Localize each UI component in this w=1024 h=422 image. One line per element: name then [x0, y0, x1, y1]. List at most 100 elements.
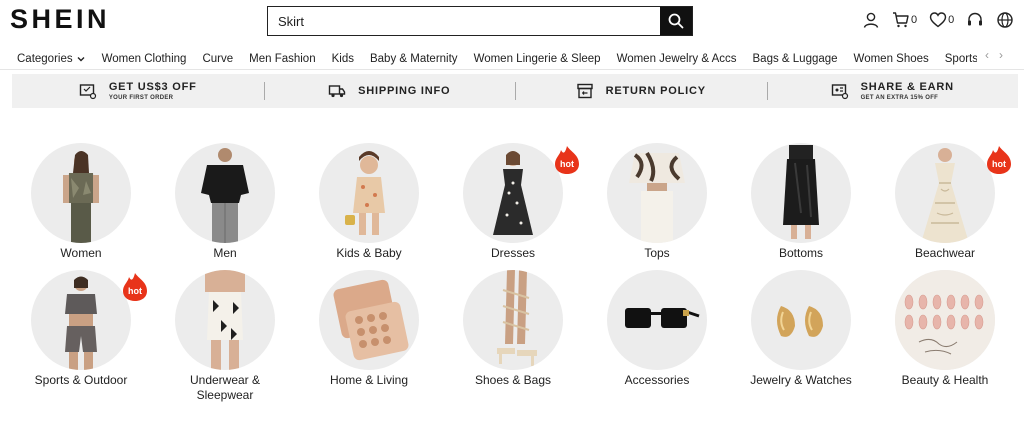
category-label: Dresses [490, 246, 535, 260]
category-image [319, 143, 419, 243]
kids-model-image [345, 151, 385, 235]
promo-shipping-info[interactable]: SHIPPING INFO [263, 74, 516, 108]
hot-badge-text: hot [560, 159, 574, 169]
category-underwear-sleepwear[interactable]: Underwear & Sleepwear [165, 270, 285, 403]
category-image [607, 143, 707, 243]
search-button[interactable] [660, 7, 692, 35]
search-bar [267, 6, 693, 36]
promo-first-order[interactable]: GET US$3 OFF YOUR FIRST ORDER [12, 74, 264, 108]
heart-icon [929, 12, 947, 28]
nav-item-bags-luggage[interactable]: Bags & Luggage [753, 50, 838, 68]
dress-model-image [493, 151, 533, 235]
bottoms-model-image [783, 145, 819, 239]
promo-subtitle: GET AN EXTRA 15% OFF [860, 94, 939, 101]
category-women[interactable]: Women [21, 143, 141, 261]
nav-item-baby-maternity[interactable]: Baby & Maternity [370, 50, 458, 68]
category-shoes-bags[interactable]: Shoes & Bags [453, 270, 573, 388]
sandals-image [497, 270, 537, 366]
nav-item-sports-outdoor[interactable]: Sports & Outdoor [945, 50, 977, 68]
share-icon [831, 84, 848, 100]
promo-share-earn[interactable]: SHARE & EARN GET AN EXTRA 15% OFF [766, 74, 1019, 108]
promo-title: SHARE & EARN [860, 80, 954, 93]
nav-item-label: Categories [17, 53, 73, 65]
nav-scroll-arrows: ‹ › [985, 48, 1003, 62]
nav-item-women-jewelry-accs[interactable]: Women Jewelry & Accs [617, 50, 737, 68]
wishlist-count: 0 [948, 14, 955, 26]
category-tops[interactable]: Tops [597, 143, 717, 261]
cart-count: 0 [911, 14, 918, 26]
category-kids-baby[interactable]: Kids & Baby [309, 143, 429, 261]
support-button[interactable] [966, 11, 984, 29]
chevron-left-icon[interactable]: ‹ [985, 48, 989, 62]
cart-button[interactable]: 0 [892, 11, 917, 29]
wishlist-button[interactable]: 0 [929, 11, 954, 29]
account-button[interactable] [862, 11, 880, 29]
category-jewelry-watches[interactable]: Jewelry & Watches [741, 270, 861, 388]
category-image [31, 143, 131, 243]
men-model-image [201, 148, 249, 243]
nav-item-women-clothing[interactable]: Women Clothing [102, 50, 187, 68]
category-home-living[interactable]: Home & Living [309, 270, 429, 388]
nav-item-men-fashion[interactable]: Men Fashion [249, 50, 315, 68]
category-image [751, 143, 851, 243]
category-men[interactable]: Men [165, 143, 285, 261]
hot-badge-icon: hot [123, 273, 147, 301]
hot-badge-icon: hot [555, 146, 579, 174]
category-image [607, 270, 707, 370]
category-label: Women [60, 246, 102, 260]
category-dresses[interactable]: hot Dresses [453, 143, 579, 261]
category-label: Kids & Baby [336, 246, 402, 260]
category-beauty-health[interactable]: Beauty & Health [885, 270, 1005, 388]
women-model-image [63, 151, 99, 243]
beachwear-model-image [921, 148, 969, 243]
category-label: Underwear & Sleepwear [189, 373, 261, 402]
headset-icon [968, 12, 983, 26]
nav-item-categories[interactable]: Categories [17, 50, 86, 68]
nav-item-kids[interactable]: Kids [332, 50, 354, 68]
return-box-icon [576, 83, 593, 99]
category-image [895, 270, 995, 370]
category-beachwear[interactable]: hot Beachwear [885, 143, 1011, 261]
category-image [319, 270, 419, 370]
cart-icon [893, 12, 909, 28]
category-accessories[interactable]: Accessories [597, 270, 717, 388]
nav-item-women-shoes[interactable]: Women Shoes [854, 50, 929, 68]
category-label: Bottoms [778, 246, 823, 260]
category-label: Shoes & Bags [474, 373, 552, 387]
promo-title: GET US$3 OFF [108, 80, 197, 93]
category-label: Home & Living [329, 373, 409, 387]
category-image [463, 270, 563, 370]
hot-badge-text: hot [128, 286, 142, 296]
nav-items: Categories Women Clothing Curve Men Fash… [17, 50, 977, 68]
category-image [751, 270, 851, 370]
chevron-down-icon [77, 57, 85, 62]
hot-badge-icon: hot [987, 146, 1011, 174]
category-image [463, 143, 563, 243]
category-sports-outdoor[interactable]: hot Sports & Outdoor [21, 270, 147, 388]
language-button[interactable] [996, 11, 1014, 29]
category-image [31, 270, 131, 370]
promo-return-policy[interactable]: RETURN POLICY [515, 74, 767, 108]
category-label: Beauty & Health [901, 373, 989, 387]
shein-logo[interactable]: SHEIN [10, 4, 110, 35]
sunglasses-image [625, 308, 700, 328]
search-icon [668, 13, 684, 29]
sleepwear-model-image [205, 270, 245, 370]
promo-title: RETURN POLICY [605, 84, 706, 97]
hot-badge-text: hot [992, 159, 1006, 169]
nav-item-women-lingerie-sleep[interactable]: Women Lingerie & Sleep [474, 50, 601, 68]
promo-bar: GET US$3 OFF YOUR FIRST ORDER SHIPPING I… [12, 74, 1018, 108]
category-label: Sports & Outdoor [34, 373, 128, 387]
search-input[interactable] [268, 7, 660, 35]
user-icon [863, 12, 879, 28]
header-actions: 0 0 [862, 10, 1024, 30]
category-label: Men [213, 246, 237, 260]
press-on-nails-image [895, 270, 995, 370]
globe-icon [997, 12, 1013, 28]
nav-item-curve[interactable]: Curve [202, 50, 233, 68]
ice-tray-image [333, 279, 409, 361]
site-header: SHEIN 0 0 [0, 0, 1024, 40]
chevron-right-icon[interactable]: › [999, 48, 1003, 62]
category-image [895, 143, 995, 243]
category-bottoms[interactable]: Bottoms [741, 143, 861, 261]
